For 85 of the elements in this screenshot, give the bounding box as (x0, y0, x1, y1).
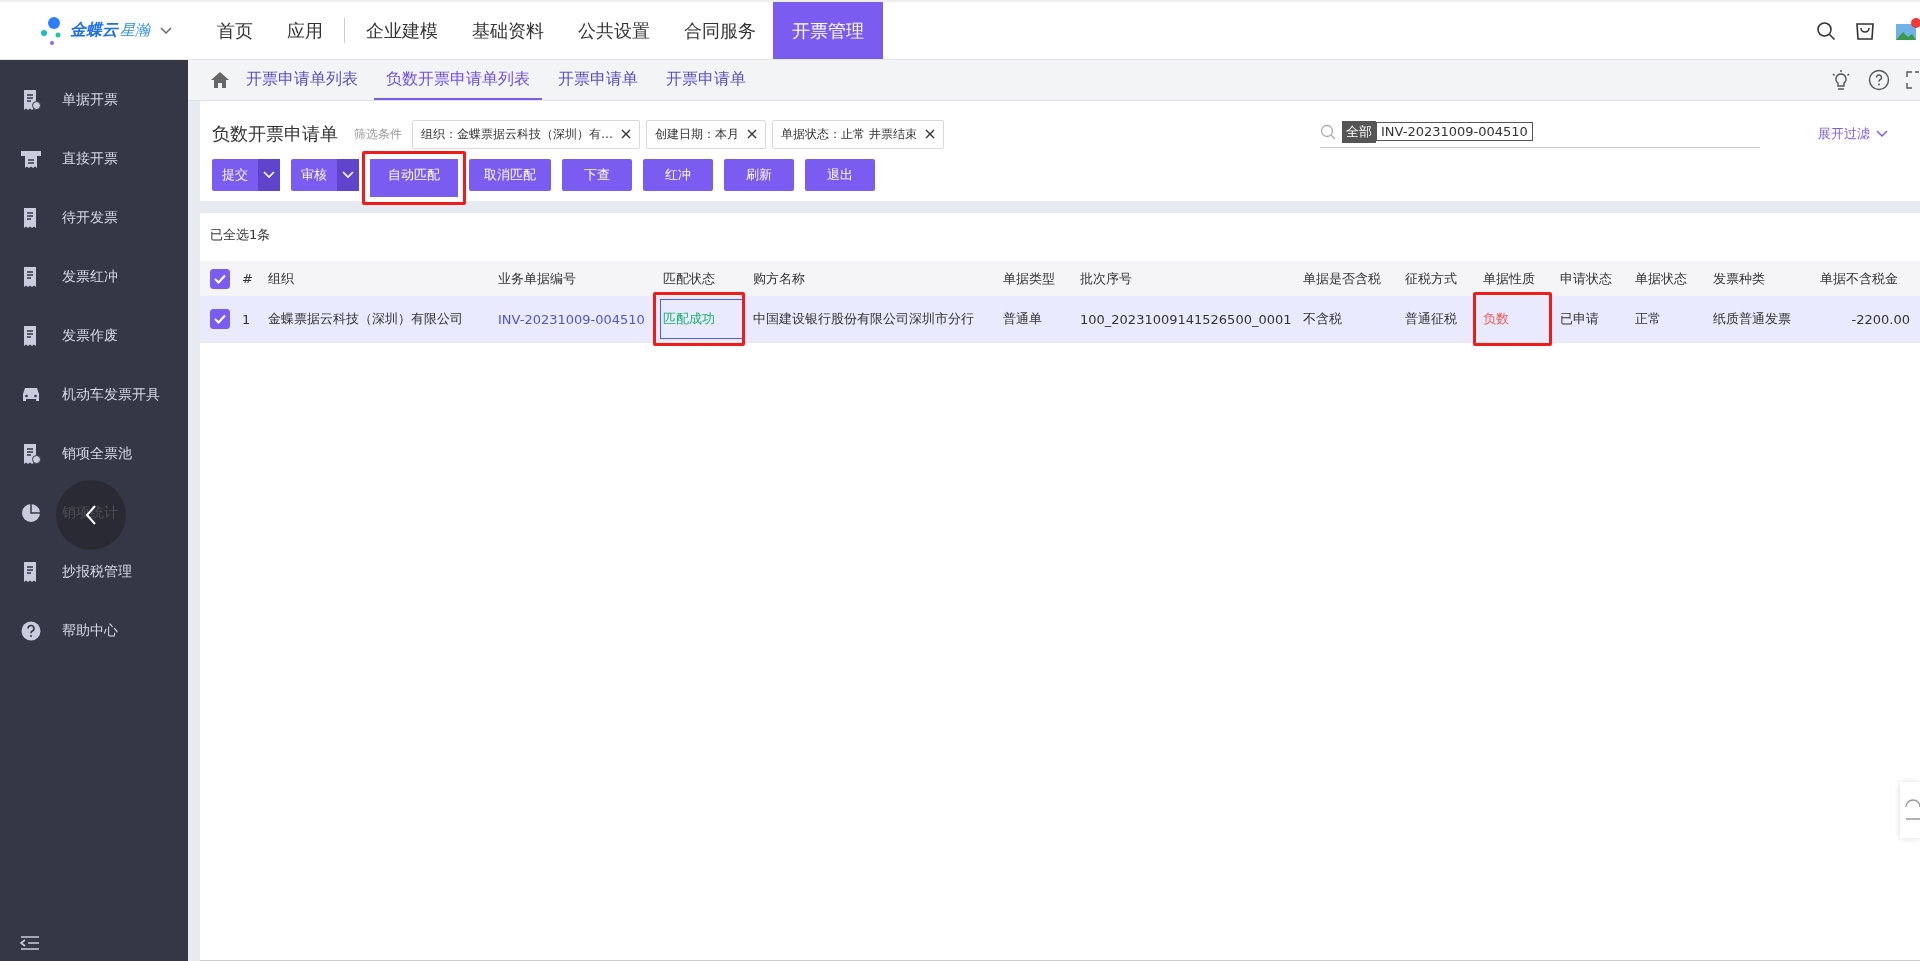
lightbulb-icon[interactable] (1830, 69, 1852, 91)
column-header[interactable]: 发票种类 (1713, 269, 1765, 288)
table-cell: 正常 (1635, 310, 1661, 328)
column-header[interactable]: 单据不含税金 (1820, 269, 1898, 288)
collapse-icon[interactable] (20, 935, 40, 951)
column-header[interactable]: 匹配状态 (663, 269, 715, 288)
filter-chip[interactable]: 组织：金蝶票据云科技（深圳）有… (412, 119, 640, 149)
home-icon[interactable] (210, 71, 230, 89)
column-header[interactable]: 单据性质 (1483, 269, 1535, 288)
table-cell: 100_20231009141526500_0001 (1080, 311, 1292, 327)
filter-chip[interactable]: 单据状态：止常 井票结束 (772, 119, 944, 149)
chevron-down-icon (1876, 130, 1888, 138)
nav-tab[interactable]: 合同服务 (667, 2, 773, 59)
table-cell: 普通单 (1003, 310, 1042, 328)
table-cell: 不含税 (1303, 310, 1342, 328)
pie-chart-icon (20, 501, 42, 524)
column-header[interactable]: 购方名称 (753, 269, 805, 288)
column-header[interactable]: 批次序号 (1080, 269, 1132, 288)
caret-icon[interactable] (263, 171, 275, 179)
toolbar-button[interactable]: 退出 (805, 159, 875, 191)
brand-suffix: 星瀚 (120, 21, 150, 40)
toolbar-button[interactable]: 下查 (562, 159, 632, 191)
column-header[interactable]: 单据是否含税 (1303, 269, 1381, 288)
sidebar-item[interactable]: 机动车发票开具 (0, 365, 188, 424)
select-all-checkbox[interactable] (210, 268, 230, 289)
brand-name: 金蝶云 (70, 20, 118, 41)
toolbar-button[interactable]: 取消匹配 (469, 159, 551, 191)
split-button[interactable]: 审核 (291, 159, 359, 191)
sidebar-item[interactable]: 待开发票 (0, 188, 188, 247)
table-cell: 负数 (1483, 310, 1509, 328)
column-header[interactable]: 申请状态 (1560, 269, 1612, 288)
chevron-down-icon[interactable] (160, 26, 172, 35)
page-tab[interactable]: 开票申请单 (654, 60, 758, 100)
filter-label: 筛选条件 (354, 125, 402, 143)
toolbar-button[interactable]: 自动匹配 (362, 151, 466, 205)
page-tab[interactable]: 开票申请单列表 (234, 60, 370, 100)
table-cell: 中国建设银行股份有限公司深圳市分行 (753, 310, 974, 328)
column-header[interactable]: 组织 (268, 269, 294, 288)
page-title: 负数开票申请单 (212, 122, 338, 146)
column-header[interactable]: 征税方式 (1405, 269, 1457, 288)
filter-chip[interactable]: 创建日期：本月 (646, 119, 766, 149)
document-number-link[interactable]: INV-20231009-004510 (498, 311, 645, 327)
sidebar-item[interactable]: 帮助中心 (0, 601, 188, 660)
close-icon[interactable] (621, 129, 631, 139)
toolbar-button[interactable]: 红冲 (643, 159, 713, 191)
close-icon[interactable] (924, 129, 935, 139)
row-checkbox[interactable] (210, 309, 230, 329)
column-header[interactable]: # (242, 271, 253, 286)
sidebar-item[interactable]: 直接开票 (0, 129, 188, 188)
table-cell: 1 (242, 311, 251, 327)
search-field[interactable]: 全部 INV-20231009-004510 (1320, 120, 1760, 148)
sidebar-item[interactable]: 单据开票 (0, 70, 188, 129)
fullscreen-icon[interactable] (1906, 70, 1920, 90)
search-icon[interactable] (1816, 20, 1836, 41)
sidebar-item[interactable]: 发票作废 (0, 306, 188, 365)
table-cell: 金蝶票据云科技（深圳）有限公司 (268, 310, 463, 328)
help-icon[interactable] (1868, 69, 1890, 91)
toolbar-button[interactable]: 刷新 (724, 159, 794, 191)
search-icon (1320, 123, 1336, 140)
sidebar-item[interactable]: 销项全票池 (0, 424, 188, 483)
nav-tab[interactable]: 企业建模 (349, 2, 455, 59)
help-icon (20, 619, 42, 642)
checkmark-icon (214, 314, 226, 324)
page-tab[interactable]: 开票申请单 (546, 60, 650, 100)
nav-tab[interactable]: 公共设置 (561, 2, 667, 59)
checkmark-icon (214, 273, 226, 284)
selection-summary: 已全选1条 (209, 226, 272, 244)
column-header[interactable]: 单据状态 (1635, 269, 1687, 288)
split-button[interactable]: 提交 (212, 159, 280, 191)
nav-tab[interactable]: 开票管理 (773, 2, 883, 59)
sidebar-item[interactable]: 发票红冲 (0, 247, 188, 306)
table-cell: 匹配成功 (663, 310, 715, 328)
nav-tab[interactable]: 基础资料 (455, 2, 561, 59)
column-header[interactable]: 单据类型 (1003, 269, 1055, 288)
column-header[interactable]: 业务单据编号 (498, 269, 576, 288)
table-cell: -2200.00 (1851, 311, 1910, 327)
table-cell: 纸质普通发票 (1713, 310, 1791, 328)
caret-icon[interactable] (342, 171, 354, 179)
sidebar-item[interactable]: 抄报税管理 (0, 542, 188, 601)
table-cell: 普通征税 (1405, 310, 1457, 328)
table-cell: 已申请 (1560, 310, 1599, 328)
expand-filter-link[interactable]: 展开过滤 (1812, 124, 1894, 144)
close-icon[interactable] (747, 129, 757, 139)
nav-tab[interactable]: 应用 (270, 2, 340, 59)
nav-tab[interactable]: 首页 (200, 2, 270, 59)
